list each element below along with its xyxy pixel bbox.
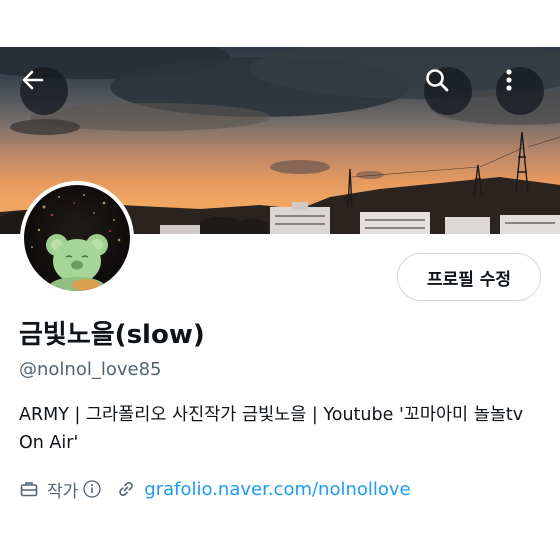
website-link[interactable]: grafolio.naver.com/nolnollove (144, 479, 410, 500)
edit-profile-button[interactable]: 프로필 수정 (397, 253, 541, 301)
more-options-button[interactable] (496, 67, 544, 115)
avatar-image (24, 185, 130, 291)
username-handle: @nolnol_love85 (19, 359, 162, 380)
avatar[interactable] (20, 181, 134, 295)
profile-meta: 작가 grafolio.naver.com/nolnollove (19, 476, 411, 502)
briefcase-icon (19, 479, 39, 499)
profile-bio: ARMY | 그라폴리오 사진작가 금빛노을 | Youtube '꼬마아미 놀… (19, 405, 524, 453)
category-label: 작가 (47, 481, 79, 502)
display-name: 금빛노을(slow) (19, 320, 205, 350)
info-icon[interactable] (82, 479, 102, 499)
link-icon (116, 479, 136, 499)
search-button[interactable] (424, 67, 472, 115)
back-button[interactable] (20, 67, 68, 115)
